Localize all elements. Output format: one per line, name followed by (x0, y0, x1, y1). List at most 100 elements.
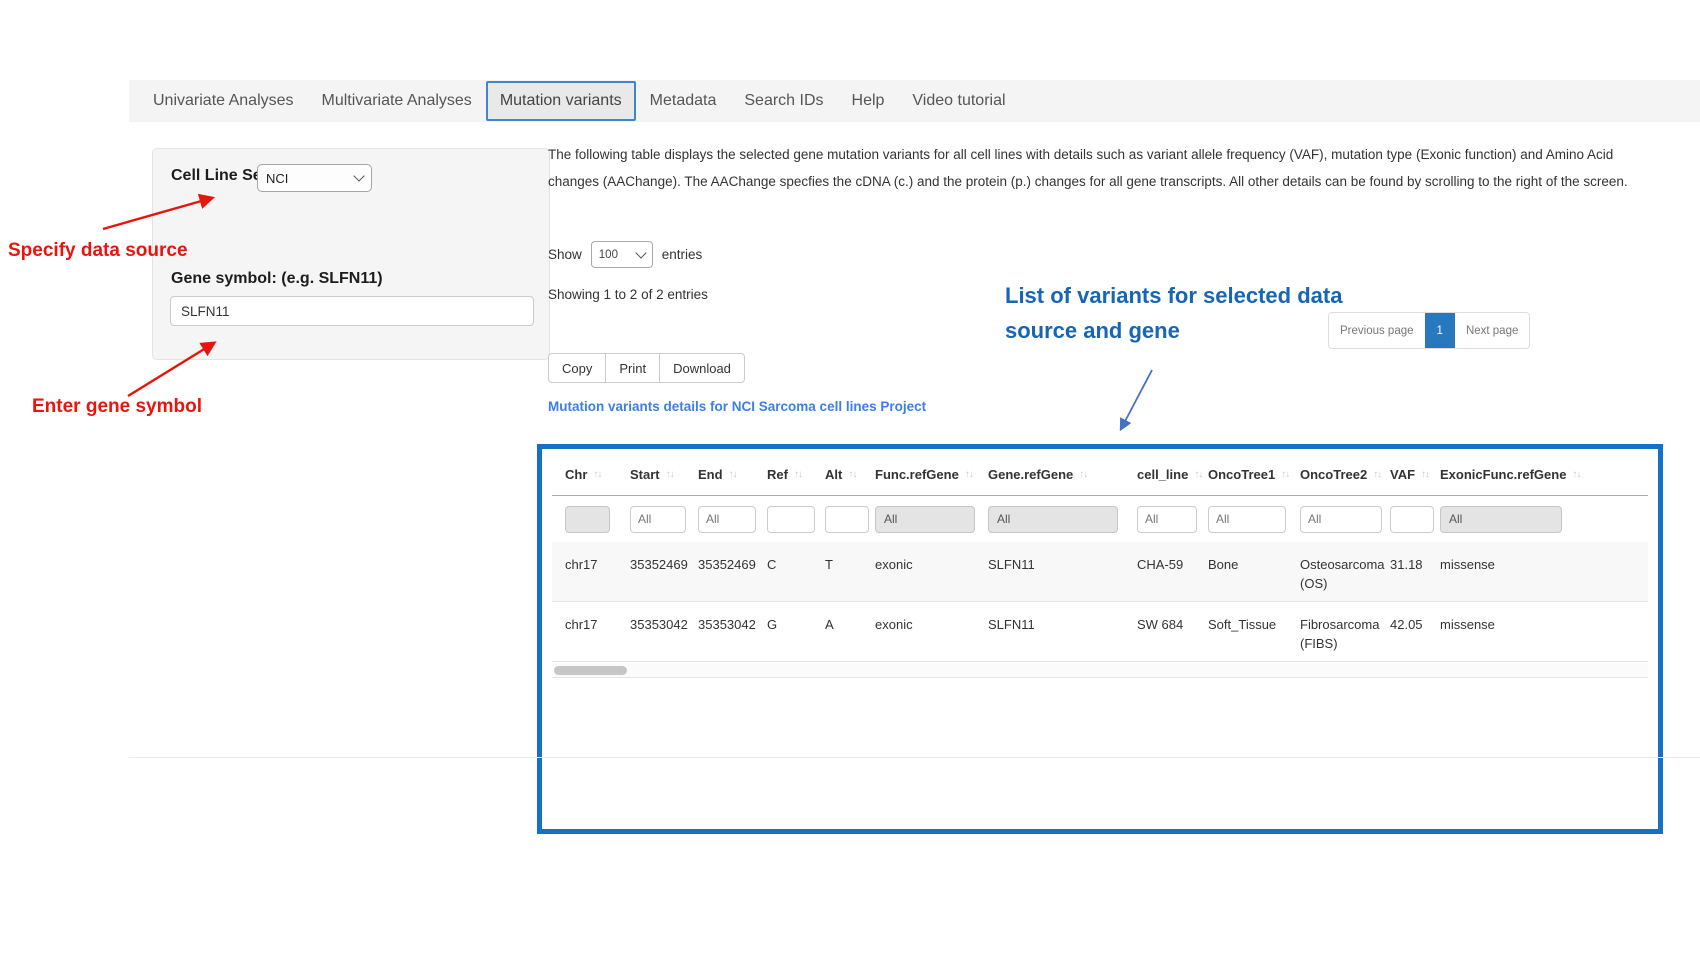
table-filter-row: All All All (552, 496, 1648, 542)
column-header-label: Func.refGene (875, 467, 959, 482)
entries-per-page-value: 100 (599, 249, 618, 261)
show-entries-control: Show 100 entries (548, 241, 702, 268)
annotation-enter-gene-symbol: Enter gene symbol (32, 396, 202, 418)
sort-icon[interactable]: ↑↓ (1373, 469, 1381, 480)
download-button[interactable]: Download (659, 353, 745, 383)
tab[interactable]: Search IDs (730, 80, 837, 122)
sort-icon[interactable]: ↑↓ (593, 469, 601, 480)
column-header[interactable]: OncoTree1 ↑↓ (1208, 453, 1300, 495)
table-body: chr173535246935352469CTexonicSLFN11CHA-5… (552, 542, 1648, 662)
print-button[interactable]: Print (605, 353, 660, 383)
sort-icon[interactable]: ↑↓ (1079, 469, 1087, 480)
table-cell: 31.18 (1390, 542, 1440, 601)
column-header[interactable]: End ↑↓ (698, 453, 767, 495)
column-header[interactable]: Gene.refGene ↑↓ (988, 453, 1137, 495)
table-cell: 35353042 (630, 602, 698, 661)
tab[interactable]: Help (838, 80, 899, 122)
column-filter-select[interactable]: All (875, 506, 975, 533)
sort-icon[interactable]: ↑↓ (848, 469, 856, 480)
table-cell: chr17 (565, 542, 630, 601)
sort-icon[interactable]: ↑↓ (729, 469, 737, 480)
column-filter-select[interactable]: All (988, 506, 1118, 533)
table-cell: 42.05 (1390, 602, 1440, 661)
column-header-label: OncoTree1 (1208, 467, 1275, 482)
tab[interactable]: Video tutorial (898, 80, 1019, 122)
table-cell: CHA-59 (1137, 542, 1208, 601)
table-cell: T (825, 542, 875, 601)
table-cell: 35352469 (630, 542, 698, 601)
table-cell: missense (1440, 602, 1648, 661)
column-header[interactable]: ExonicFunc.refGene ↑↓ (1440, 453, 1648, 495)
table-row[interactable]: chr173535246935352469CTexonicSLFN11CHA-5… (552, 542, 1648, 602)
column-header[interactable]: OncoTree2 ↑↓ (1300, 453, 1390, 495)
pagination: Previous page 1 Next page (1328, 312, 1530, 349)
column-filter-input[interactable] (1300, 506, 1382, 533)
table-cell: missense (1440, 542, 1648, 601)
sort-icon[interactable]: ↑↓ (1421, 469, 1429, 480)
column-header-label: cell_line (1137, 467, 1188, 482)
table-cell: exonic (875, 602, 988, 661)
column-filter-input[interactable] (698, 506, 756, 533)
chevron-down-icon (353, 170, 364, 181)
current-page-button[interactable]: 1 (1425, 313, 1455, 348)
column-header[interactable]: VAF ↑↓ (1390, 453, 1440, 495)
chevron-down-icon (635, 247, 646, 258)
list-of-variants-arrow (1121, 370, 1152, 429)
next-page-button[interactable]: Next page (1455, 313, 1529, 348)
column-filter-select[interactable]: All (1440, 506, 1562, 533)
tab-label: Help (852, 92, 885, 110)
column-header[interactable]: cell_line ↑↓ (1137, 453, 1208, 495)
table-caption-link[interactable]: Mutation variants details for NCI Sarcom… (548, 399, 926, 414)
column-header[interactable]: Func.refGene ↑↓ (875, 453, 988, 495)
table-cell: G (767, 602, 825, 661)
table-cell: A (825, 602, 875, 661)
table-cell: Osteosarcoma (OS) (1300, 542, 1390, 601)
tab-label: Metadata (650, 92, 717, 110)
cell-line-set-select[interactable]: NCI (257, 164, 372, 192)
tab[interactable]: Mutation variants (486, 81, 636, 121)
table-header-row: Chr ↑↓ Start ↑↓ End ↑↓ Ref ↑↓ Alt ↑↓ Fun… (552, 453, 1648, 496)
sort-icon[interactable]: ↑↓ (1194, 469, 1202, 480)
table-cell: exonic (875, 542, 988, 601)
previous-page-button[interactable]: Previous page (1329, 313, 1425, 348)
showing-entries-status: Showing 1 to 2 of 2 entries (548, 287, 708, 302)
table-description: The following table displays the selecte… (548, 141, 1660, 195)
table-cell: Soft_Tissue (1208, 602, 1300, 661)
column-filter-input[interactable] (767, 506, 815, 533)
column-header[interactable]: Ref ↑↓ (767, 453, 825, 495)
column-filter-input[interactable] (825, 506, 869, 533)
tab[interactable]: Univariate Analyses (139, 80, 308, 122)
column-filter-input[interactable] (1137, 506, 1197, 533)
sort-icon[interactable]: ↑↓ (794, 469, 802, 480)
control-panel: Cell Line Set NCI Gene symbol: (e.g. SLF… (152, 148, 550, 360)
scrollbar-thumb[interactable] (554, 666, 627, 675)
show-label: Show (548, 247, 582, 262)
column-header[interactable]: Start ↑↓ (630, 453, 698, 495)
sort-icon[interactable]: ↑↓ (965, 469, 973, 480)
page-divider (129, 757, 1700, 758)
tab-label: Video tutorial (912, 92, 1005, 110)
tab[interactable]: Metadata (636, 80, 731, 122)
table-row[interactable]: chr173535304235353042GAexonicSLFN11SW 68… (552, 602, 1648, 662)
gene-symbol-input[interactable] (170, 296, 534, 326)
column-header-label: Alt (825, 467, 842, 482)
sort-icon[interactable]: ↑↓ (1281, 469, 1289, 480)
tab[interactable]: Multivariate Analyses (308, 80, 486, 122)
column-filter-input[interactable] (630, 506, 686, 533)
column-filter-select[interactable] (565, 506, 610, 533)
column-filter-input[interactable] (1208, 506, 1286, 533)
column-header-label: Gene.refGene (988, 467, 1073, 482)
export-button-group: Copy Print Download (548, 353, 745, 383)
tab-label: Search IDs (744, 92, 823, 110)
entries-per-page-select[interactable]: 100 (591, 241, 653, 268)
table-cell: Fibrosarcoma (FIBS) (1300, 602, 1390, 661)
column-filter-input[interactable] (1390, 506, 1434, 533)
tab-label: Multivariate Analyses (322, 92, 472, 110)
column-header[interactable]: Chr ↑↓ (565, 453, 630, 495)
entries-label: entries (662, 247, 703, 262)
copy-button[interactable]: Copy (548, 353, 606, 383)
horizontal-scrollbar[interactable] (552, 664, 1648, 678)
column-header[interactable]: Alt ↑↓ (825, 453, 875, 495)
sort-icon[interactable]: ↑↓ (1572, 469, 1580, 480)
sort-icon[interactable]: ↑↓ (666, 469, 674, 480)
